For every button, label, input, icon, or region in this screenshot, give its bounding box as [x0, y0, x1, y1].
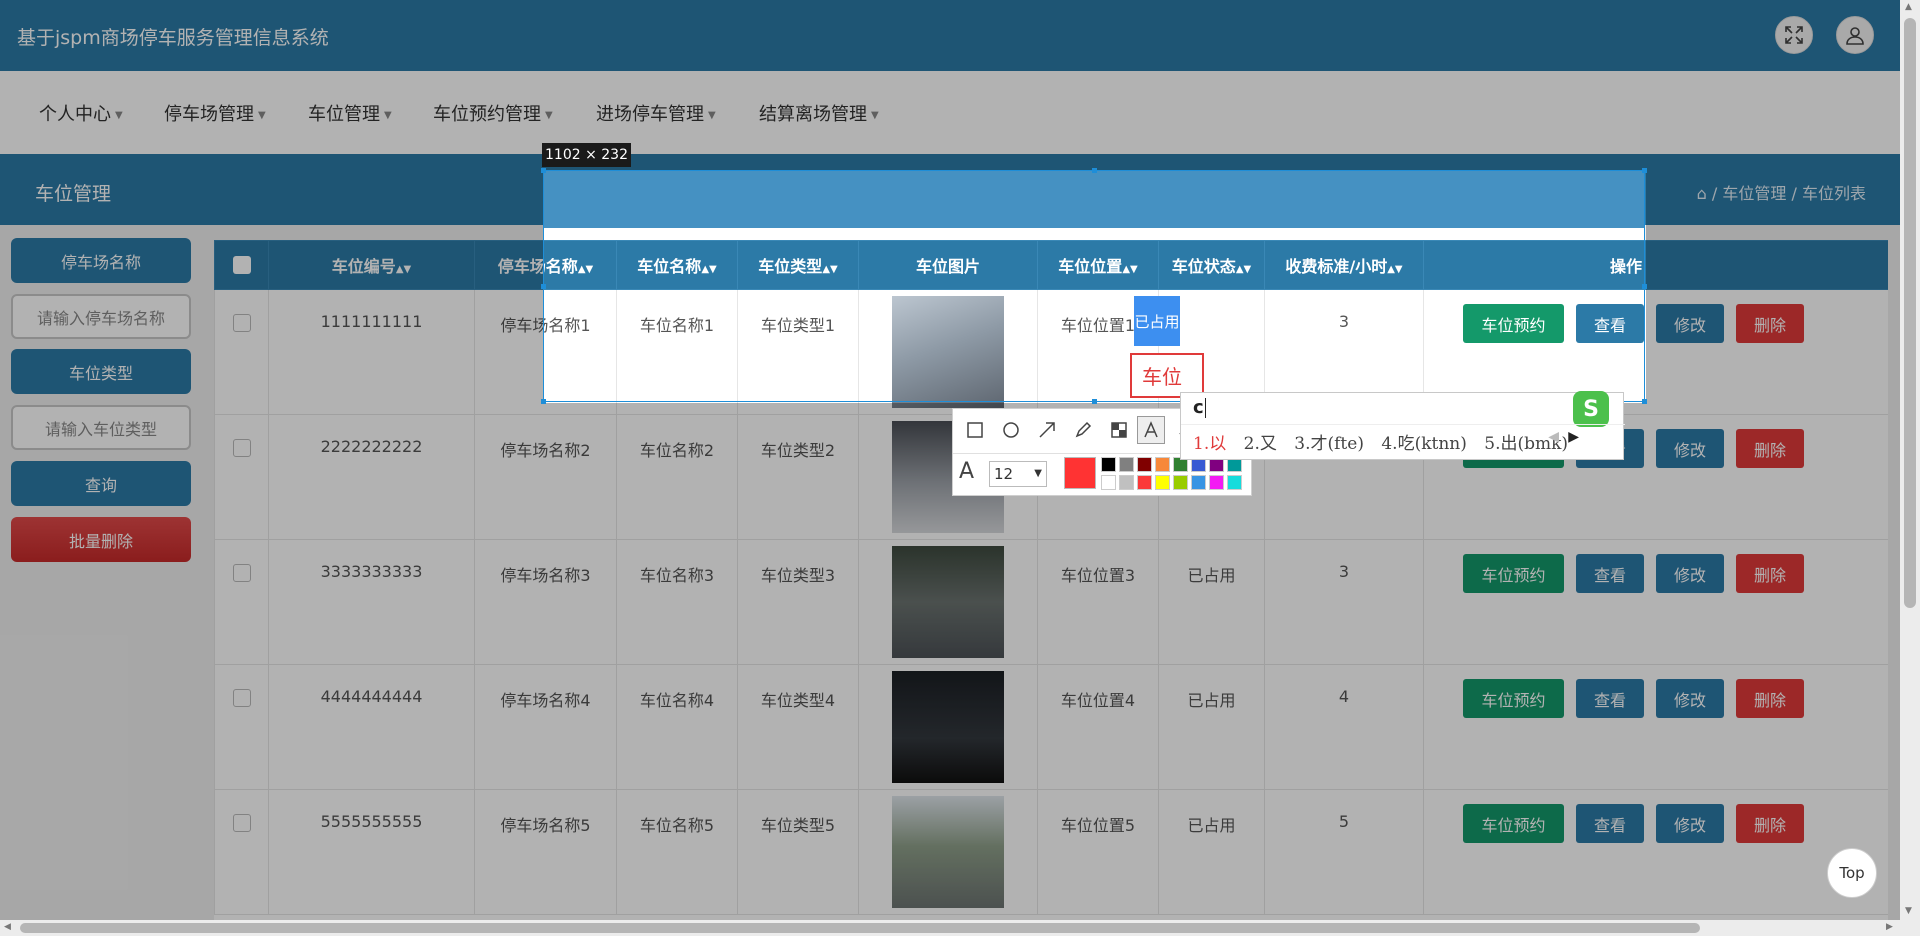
ime-divider — [1181, 424, 1625, 425]
vertical-scroll-thumb[interactable] — [1904, 18, 1916, 608]
capture-selection[interactable] — [541, 168, 1647, 404]
vertical-scrollbar[interactable]: ▲ ▼ — [1900, 0, 1920, 920]
color-swatch[interactable] — [1173, 475, 1188, 490]
ime-logo: S — [1573, 391, 1609, 427]
ime-candidates: 1.以 2.又 3.才(fte) 4.吃(ktnn) 5.出(bmk) — [1193, 429, 1580, 454]
scroll-up-icon[interactable]: ▲ — [1905, 2, 1912, 12]
text-icon[interactable] — [1137, 416, 1165, 444]
color-swatch[interactable] — [1119, 457, 1134, 472]
horizontal-scrollbar[interactable]: ◀ ▶ — [0, 920, 1920, 936]
color-swatch[interactable] — [1119, 475, 1134, 490]
capture-dim-right — [1646, 170, 1920, 403]
color-swatch[interactable] — [1137, 475, 1152, 490]
color-swatch[interactable] — [1227, 475, 1242, 490]
resize-handle[interactable] — [541, 399, 546, 404]
selection-strip — [544, 228, 1644, 240]
scroll-left-icon[interactable]: ◀ — [4, 922, 11, 932]
current-color-swatch[interactable] — [1064, 457, 1096, 489]
resize-handle[interactable] — [1642, 284, 1647, 289]
capture-size-label: 1102 × 232 — [542, 143, 631, 167]
status-highlight: 已占用 — [1134, 296, 1180, 346]
color-swatch[interactable] — [1209, 475, 1224, 490]
color-swatch[interactable] — [1101, 475, 1116, 490]
chevron-down-icon: ▼ — [1034, 468, 1042, 479]
horizontal-scroll-thumb[interactable] — [20, 923, 1700, 933]
ime-candidate[interactable]: 3.才(fte) — [1294, 434, 1364, 454]
font-size-select[interactable]: 12 ▼ — [989, 461, 1047, 487]
color-swatch[interactable] — [1101, 457, 1116, 472]
resize-handle[interactable] — [1092, 168, 1097, 173]
chevron-left-icon[interactable]: ◀ — [1548, 429, 1559, 445]
color-swatch[interactable] — [1191, 475, 1206, 490]
resize-handle[interactable] — [1642, 399, 1647, 404]
ime-candidate[interactable]: 4.吃(ktnn) — [1381, 434, 1467, 454]
capture-dim-top — [0, 0, 1920, 170]
font-icon: A — [959, 459, 975, 484]
color-swatch[interactable] — [1155, 457, 1170, 472]
mosaic-icon[interactable] — [1105, 416, 1133, 444]
color-swatch[interactable] — [1155, 475, 1170, 490]
capture-dim-left — [0, 170, 543, 403]
selection-banner — [544, 171, 1644, 228]
text-caret — [1204, 398, 1206, 418]
resize-handle[interactable] — [541, 284, 546, 289]
ime-candidate-window: c S 1.以 2.又 3.才(fte) 4.吃(ktnn) 5.出(bmk) … — [1180, 391, 1625, 460]
scroll-right-icon[interactable]: ▶ — [1886, 922, 1893, 932]
resize-handle[interactable] — [1092, 399, 1097, 404]
rectangle-icon[interactable] — [961, 416, 989, 444]
arrow-icon[interactable] — [1033, 416, 1061, 444]
resize-handle[interactable] — [541, 168, 546, 173]
resize-handle[interactable] — [1642, 168, 1647, 173]
back-to-top-button[interactable]: Top — [1827, 848, 1877, 898]
ime-candidate[interactable]: 2.又 — [1244, 434, 1277, 454]
ime-candidate[interactable]: 1.以 — [1193, 434, 1226, 454]
ellipse-icon[interactable] — [997, 416, 1025, 444]
ime-input[interactable]: c — [1193, 397, 1206, 418]
scroll-down-icon[interactable]: ▼ — [1905, 906, 1912, 916]
chevron-right-icon[interactable]: ▶ — [1568, 429, 1579, 445]
pen-icon[interactable] — [1069, 416, 1097, 444]
color-swatch[interactable] — [1137, 457, 1152, 472]
